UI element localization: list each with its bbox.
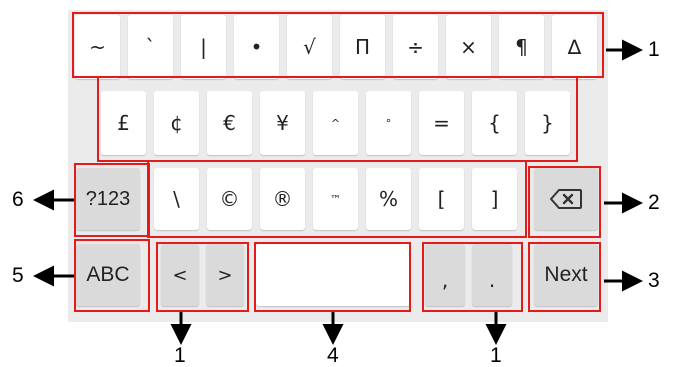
callout-5-abc: 5 [12,264,24,287]
callout-1-row1: 1 [648,38,660,61]
callout-2-backspace: 2 [648,191,660,214]
callout-arrows [33,39,643,345]
callout-1-punct: 1 [490,344,502,367]
callout-6-mode: 6 [12,188,24,211]
callout-3-next: 3 [648,269,660,292]
callout-4-space: 4 [327,344,339,367]
callout-1-angle: 1 [174,344,186,367]
